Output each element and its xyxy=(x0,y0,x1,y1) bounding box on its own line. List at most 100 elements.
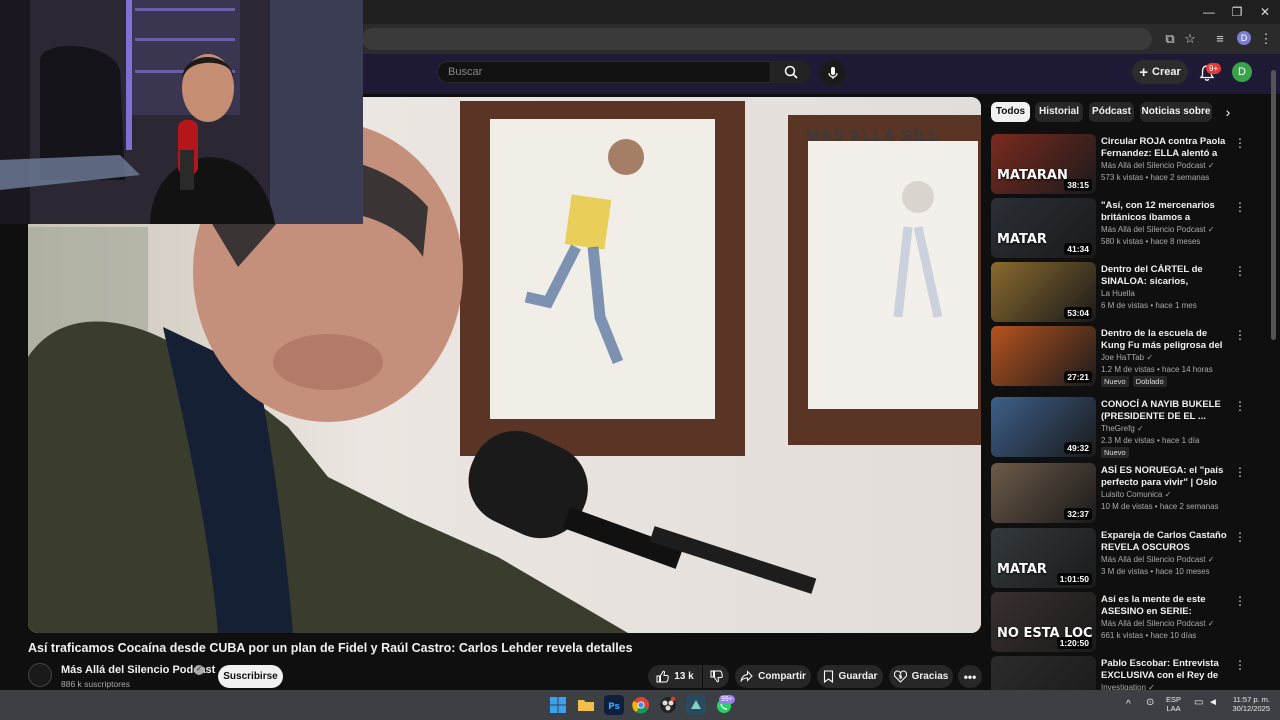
more-vertical-icon[interactable]: ⋮ xyxy=(1234,399,1246,413)
save-button[interactable]: Guardar xyxy=(817,665,883,688)
more-vertical-icon[interactable]: ⋮ xyxy=(1234,328,1246,342)
share-button[interactable]: Compartir xyxy=(735,665,811,688)
chip-podcasts[interactable]: Pódcast xyxy=(1089,102,1134,122)
video-thumbnail[interactable]: NO ESTA LOC 1:20:50 xyxy=(991,592,1096,652)
recommendation-item[interactable]: 53:04 Dentro del CÁRTEL de SINALOA: sicar… xyxy=(991,262,1251,322)
channel-name-text: Joe HaTTab xyxy=(1101,353,1145,362)
more-vertical-icon[interactable]: ⋮ xyxy=(1234,136,1246,150)
extensions-icon[interactable]: ≡ xyxy=(1210,29,1230,49)
recommendation-meta: 1.2 M de vistas • hace 14 horas xyxy=(1101,365,1213,374)
duration-badge: 38:15 xyxy=(1064,179,1092,191)
recommendation-item[interactable]: NO ESTA LOC 1:20:50 Así es la mente de est… xyxy=(991,592,1251,652)
recommendation-badges: Nuevo xyxy=(1101,447,1129,458)
volume-icon[interactable]: ◄ xyxy=(1208,697,1218,708)
recommendation-item[interactable]: 49:32 CONOCÍ A NAYIB BUKELE (PRESIDENTE D… xyxy=(991,397,1251,458)
channel-avatar[interactable] xyxy=(28,663,52,687)
recommendation-title[interactable]: Dentro del CÁRTEL de SINALOA: sicarios, … xyxy=(1101,264,1227,288)
recommendation-item[interactable]: MATAR 1:01:50 Expareja de Carlos Castaño R… xyxy=(991,528,1251,588)
recommendation-title[interactable]: Así es la mente de este ASESINO en SERIE… xyxy=(1101,594,1227,618)
recommendation-title[interactable]: Expareja de Carlos Castaño REVELA OSCURO… xyxy=(1101,530,1227,554)
more-vertical-icon[interactable]: ⋮ xyxy=(1234,200,1246,214)
recommendation-channel[interactable]: Luisito Comunica ✓ xyxy=(1101,490,1171,499)
app-icon[interactable] xyxy=(686,695,706,715)
search-input[interactable]: Buscar xyxy=(437,61,771,83)
more-vertical-icon[interactable]: ⋮ xyxy=(1234,658,1246,672)
create-button[interactable]: + Crear xyxy=(1132,60,1188,84)
share-label: Compartir xyxy=(758,671,806,682)
chrome-icon[interactable] xyxy=(631,695,651,715)
streamer-webcam-overlay xyxy=(0,0,363,224)
like-button[interactable]: 13 k xyxy=(648,665,702,688)
dislike-button[interactable] xyxy=(703,665,729,688)
more-vertical-icon[interactable]: ⋮ xyxy=(1234,264,1246,278)
minimize-button[interactable]: — xyxy=(1195,3,1223,21)
video-thumbnail[interactable]: 27:21 xyxy=(991,326,1096,386)
recommendation-item[interactable]: MATAR 41:34 "Así, con 12 mercenarios britá… xyxy=(991,198,1251,258)
search-button[interactable] xyxy=(771,61,811,83)
channel-name-text: Más Allá del Silencio Podcast xyxy=(1101,161,1206,170)
install-app-icon[interactable]: ⧉ xyxy=(1160,29,1180,49)
keyboard-language[interactable]: ESP LAA xyxy=(1166,695,1181,713)
bookmark-star-icon[interactable]: ☆ xyxy=(1180,29,1200,49)
system-clock[interactable]: 11:57 p. m. 30/12/2025 xyxy=(1228,695,1270,713)
close-button[interactable]: ✕ xyxy=(1251,3,1279,21)
recommendation-title[interactable]: CONOCÍ A NAYIB BUKELE (PRESIDENTE DE EL … xyxy=(1101,399,1227,423)
subscribe-button[interactable]: Suscribirse xyxy=(218,665,283,688)
recommendation-channel[interactable]: Más Allá del Silencio Podcast ✓ xyxy=(1101,555,1214,564)
video-thumbnail[interactable]: 53:04 xyxy=(991,262,1096,322)
thanks-button[interactable]: $ Gracias xyxy=(889,665,953,688)
recommendation-meta: 580 k vistas • hace 8 meses xyxy=(1101,237,1201,246)
network-icon[interactable]: ▭ xyxy=(1194,697,1203,708)
video-thumbnail[interactable]: MATARAN 38:15 xyxy=(991,134,1096,194)
tray-app-icon[interactable]: ⊙ xyxy=(1146,697,1154,708)
video-thumbnail[interactable]: 32:37 xyxy=(991,463,1096,523)
chip-news[interactable]: Noticias sobre xyxy=(1140,102,1212,122)
recommendation-channel[interactable]: Más Allá del Silencio Podcast ✓ xyxy=(1101,225,1214,234)
verified-check-icon: ✓ xyxy=(1205,225,1215,234)
browser-profile-avatar[interactable]: D xyxy=(1237,31,1251,45)
more-vertical-icon[interactable]: ⋮ xyxy=(1234,465,1246,479)
chevron-right-icon[interactable]: › xyxy=(1219,103,1237,121)
recommendation-channel[interactable]: La Huella xyxy=(1101,289,1135,298)
browser-menu-icon[interactable]: ⋮ xyxy=(1256,29,1276,49)
file-explorer-icon[interactable] xyxy=(576,695,596,715)
more-vertical-icon[interactable]: ⋮ xyxy=(1234,594,1246,608)
tray-chevron-up-icon[interactable]: ^ xyxy=(1126,699,1131,710)
recommendation-title[interactable]: ASÍ ES NORUEGA: el "país perfecto para v… xyxy=(1101,465,1227,489)
recommendation-meta: 661 k vistas • hace 10 días xyxy=(1101,631,1197,640)
chip-all[interactable]: Todos xyxy=(991,102,1030,122)
microphone-icon xyxy=(828,67,838,79)
page-scrollbar-thumb[interactable] xyxy=(1271,70,1276,340)
status-badge: Doblado xyxy=(1132,376,1167,387)
photoshop-icon[interactable]: Ps xyxy=(604,695,624,715)
video-thumbnail[interactable]: MATAR 1:01:50 xyxy=(991,528,1096,588)
recommendation-item[interactable]: 27:21 Dentro de la escuela de Kung Fu más… xyxy=(991,326,1251,387)
recommendation-item[interactable]: MATARAN 38:15 Circular ROJA contra Paola F… xyxy=(991,134,1251,194)
more-vertical-icon[interactable]: ⋮ xyxy=(1234,530,1246,544)
recommendation-title[interactable]: Dentro de la escuela de Kung Fu más peli… xyxy=(1101,328,1227,352)
recommendation-channel[interactable]: Joe HaTTab ✓ xyxy=(1101,353,1153,362)
account-avatar[interactable]: D xyxy=(1232,62,1252,82)
recommendation-channel[interactable]: Más Allá del Silencio Podcast ✓ xyxy=(1101,161,1214,170)
thumbnail-caption: MATAR xyxy=(997,562,1047,577)
recommendation-channel[interactable]: Más Allá del Silencio Podcast ✓ xyxy=(1101,619,1214,628)
more-horizontal-icon: ••• xyxy=(963,669,977,684)
voice-search-button[interactable] xyxy=(820,60,846,86)
recommendation-channel[interactable]: TheGrefg ✓ xyxy=(1101,424,1144,433)
recommendation-title[interactable]: Pablo Escobar: Entrevista EXCLUSIVA con … xyxy=(1101,658,1227,682)
more-actions-button[interactable]: ••• xyxy=(958,665,982,688)
clock-date: 30/12/2025 xyxy=(1232,704,1270,713)
recommendation-title[interactable]: "Así, con 12 mercenarios británicos íbam… xyxy=(1101,200,1227,224)
obs-icon[interactable] xyxy=(658,695,678,715)
chip-history[interactable]: Historial xyxy=(1035,102,1083,122)
windows-start-icon[interactable] xyxy=(548,695,568,715)
channel-name[interactable]: Más Allá del Silencio Podcast xyxy=(61,664,215,676)
verified-check-icon: ✓ xyxy=(1144,353,1154,362)
maximize-button[interactable]: ❐ xyxy=(1223,3,1251,21)
thanks-label: Gracias xyxy=(911,671,949,682)
video-thumbnail[interactable]: 49:32 xyxy=(991,397,1096,457)
address-bar[interactable] xyxy=(362,28,1152,50)
video-thumbnail[interactable]: MATAR 41:34 xyxy=(991,198,1096,258)
recommendation-title[interactable]: Circular ROJA contra Paola Fernandez: EL… xyxy=(1101,136,1227,160)
recommendation-item[interactable]: 32:37 ASÍ ES NORUEGA: el "país perfecto p… xyxy=(991,463,1251,523)
